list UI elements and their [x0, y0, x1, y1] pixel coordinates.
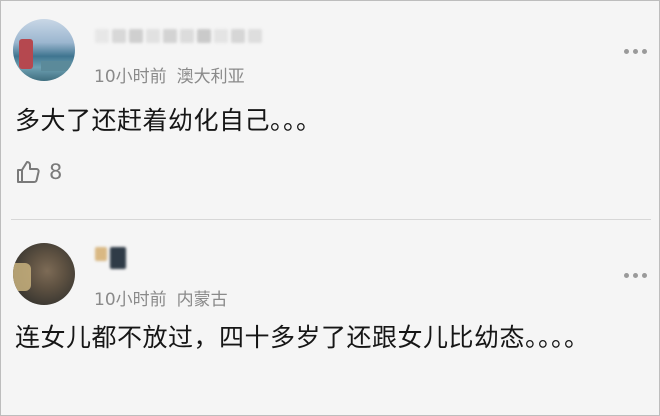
username-blurred[interactable]	[95, 29, 262, 43]
blur-block	[163, 29, 177, 43]
comment-meta: 10小时前 内蒙古	[94, 285, 228, 310]
comment-meta: 10小时前 澳大利亚	[94, 62, 245, 87]
comment-text: 多大了还赶着幼化自己。。。	[15, 106, 322, 135]
blur-block	[231, 29, 245, 43]
blur-block	[214, 29, 228, 43]
blur-block	[112, 29, 126, 43]
comment-item: 10小时前 澳大利亚 多大了还赶着幼化自己。。。 8	[1, 1, 659, 219]
blur-block	[146, 29, 160, 43]
like-count: 8	[49, 160, 63, 184]
thumbs-up-icon	[17, 161, 40, 183]
blur-block	[95, 29, 109, 43]
divider	[11, 219, 651, 220]
blur-block	[95, 247, 107, 261]
more-dots-icon[interactable]	[624, 273, 647, 278]
like-button[interactable]: 8	[15, 159, 62, 185]
comment-list: 10小时前 澳大利亚 多大了还赶着幼化自己。。。 8 10小时前 内蒙古 连女儿都	[0, 0, 660, 416]
avatar[interactable]	[13, 19, 75, 81]
blur-block	[180, 29, 194, 43]
blur-block	[110, 247, 126, 269]
comment-location: 澳大利亚	[176, 67, 245, 87]
username-blurred[interactable]	[95, 247, 126, 269]
comment-text: 连女儿都不放过，四十多岁了还跟女儿比幼态。。。。	[15, 323, 590, 352]
comment-location: 内蒙古	[176, 290, 228, 310]
comment-time: 10小时前	[94, 290, 167, 310]
comment-item: 10小时前 内蒙古 连女儿都不放过，四十多岁了还跟女儿比幼态。。。。	[1, 221, 659, 415]
blur-block	[129, 29, 143, 43]
more-dots-icon[interactable]	[624, 49, 647, 54]
blur-block	[197, 29, 211, 43]
comment-time: 10小时前	[94, 67, 167, 87]
avatar[interactable]	[13, 243, 75, 305]
blur-block	[248, 29, 262, 43]
